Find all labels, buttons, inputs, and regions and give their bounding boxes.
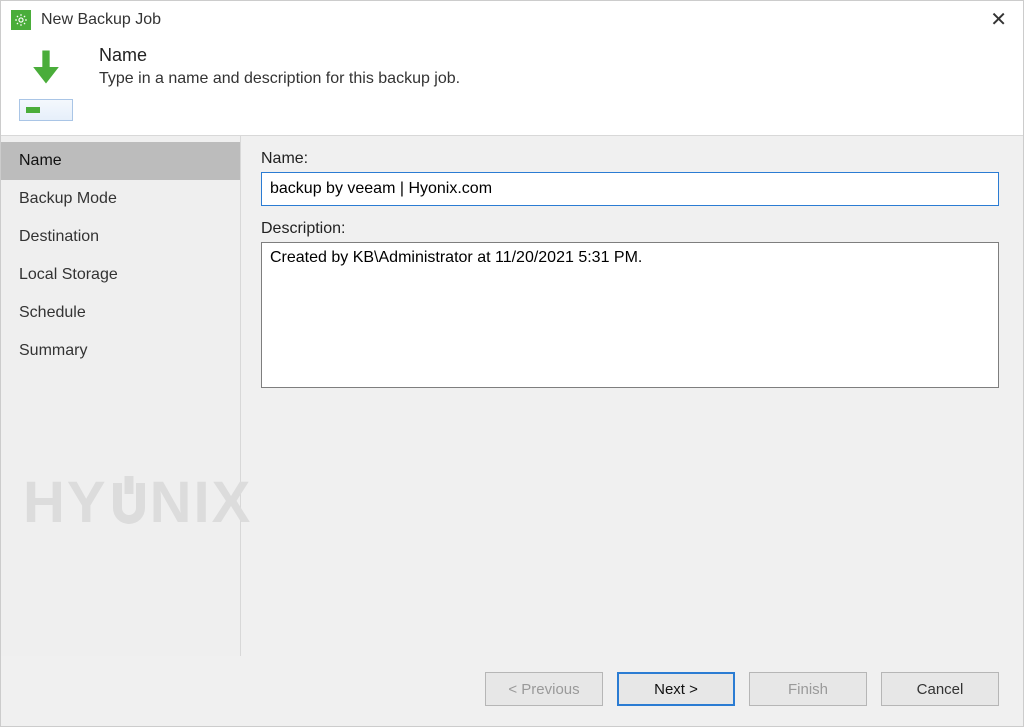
description-textarea[interactable] xyxy=(261,242,999,388)
wizard-body: Name Backup Mode Destination Local Stora… xyxy=(1,136,1023,656)
progress-bar-icon xyxy=(19,99,73,121)
wizard-window: New Backup Job ✕ Name Type in a name and… xyxy=(0,0,1024,727)
header-icon-column xyxy=(11,45,81,121)
header-subtitle: Type in a name and description for this … xyxy=(99,70,460,88)
sidebar-item-name[interactable]: Name xyxy=(1,142,240,180)
close-icon[interactable]: ✕ xyxy=(984,10,1013,30)
sidebar-item-label: Name xyxy=(19,152,62,169)
header-text: Name Type in a name and description for … xyxy=(99,45,460,88)
sidebar-item-label: Local Storage xyxy=(19,266,118,283)
titlebar: New Backup Job ✕ xyxy=(1,1,1023,37)
wizard-content: Name: Description: xyxy=(241,136,1023,656)
header-title: Name xyxy=(99,45,460,66)
sidebar-item-destination[interactable]: Destination xyxy=(1,218,240,256)
sidebar-item-label: Destination xyxy=(19,228,99,245)
sidebar-item-schedule[interactable]: Schedule xyxy=(1,294,240,332)
app-gear-icon xyxy=(11,10,31,30)
cancel-button[interactable]: Cancel xyxy=(881,672,999,706)
sidebar-item-summary[interactable]: Summary xyxy=(1,332,240,370)
sidebar-item-label: Backup Mode xyxy=(19,190,117,207)
description-field-label: Description: xyxy=(261,220,999,238)
previous-button: < Previous xyxy=(485,672,603,706)
sidebar-item-backup-mode[interactable]: Backup Mode xyxy=(1,180,240,218)
name-field-label: Name: xyxy=(261,150,999,168)
finish-button: Finish xyxy=(749,672,867,706)
sidebar-item-local-storage[interactable]: Local Storage xyxy=(1,256,240,294)
download-arrow-icon xyxy=(24,45,68,93)
wizard-steps-sidebar: Name Backup Mode Destination Local Stora… xyxy=(1,136,241,656)
window-title: New Backup Job xyxy=(41,11,161,29)
wizard-footer: < Previous Next > Finish Cancel xyxy=(1,656,1023,726)
next-button[interactable]: Next > xyxy=(617,672,735,706)
sidebar-item-label: Summary xyxy=(19,342,87,359)
name-input[interactable] xyxy=(261,172,999,206)
wizard-header: Name Type in a name and description for … xyxy=(1,37,1023,136)
sidebar-item-label: Schedule xyxy=(19,304,86,321)
